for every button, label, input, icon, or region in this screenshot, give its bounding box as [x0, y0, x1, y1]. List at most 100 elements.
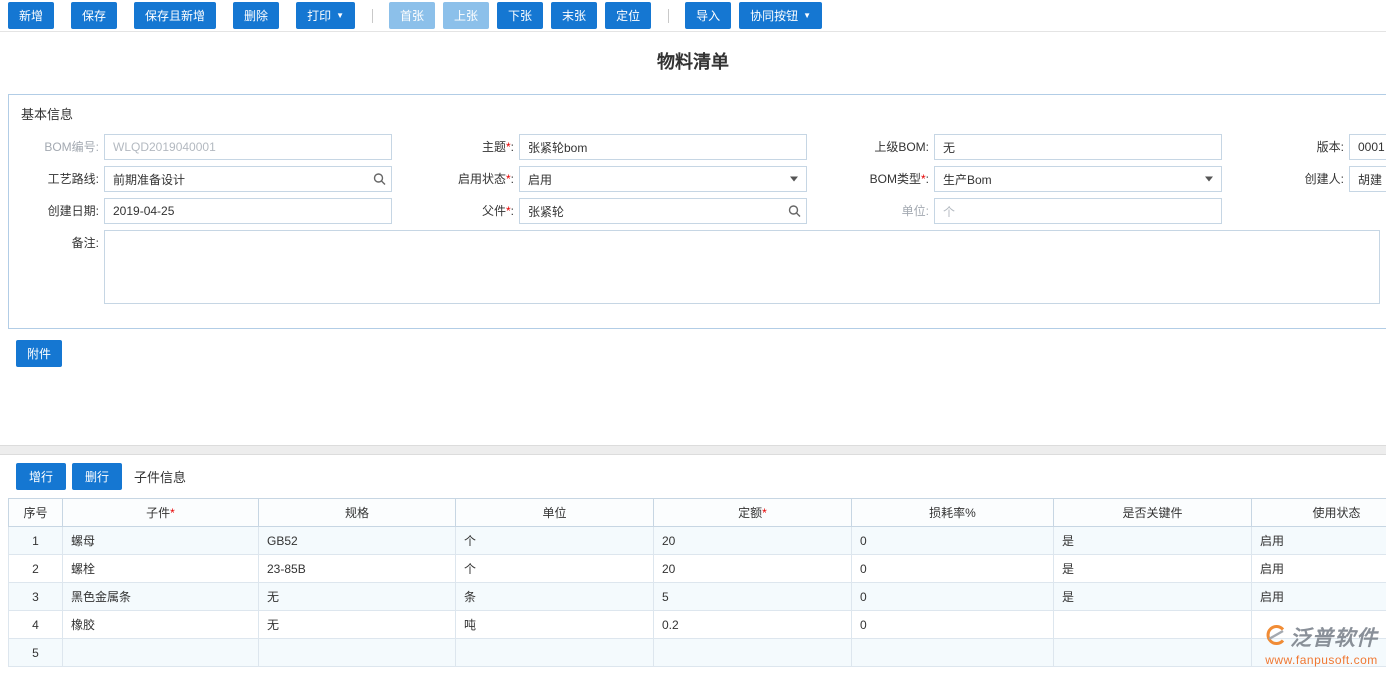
cell-subitem[interactable]: 橡胶 — [62, 610, 259, 639]
cell-subitem[interactable]: 螺栓 — [62, 554, 259, 583]
cell-index: 4 — [8, 610, 63, 639]
locate-button[interactable]: 定位 — [605, 2, 652, 29]
cell-spec[interactable]: 无 — [258, 582, 456, 611]
cell-loss-rate[interactable]: 0 — [851, 526, 1054, 555]
process-route-input[interactable]: 前期准备设计 — [104, 166, 392, 192]
next-record-button[interactable]: 下张 — [497, 2, 544, 29]
cell-key-part[interactable]: 是 — [1053, 526, 1252, 555]
caret-down-icon[interactable] — [790, 176, 798, 182]
cell-use-status[interactable]: 启用 — [1251, 582, 1386, 611]
print-button[interactable]: 打印 ▼ — [296, 2, 355, 29]
cell-use-status[interactable]: 启用 — [1251, 526, 1386, 555]
unit-input[interactable]: 个 — [934, 198, 1222, 224]
caret-down-icon: ▼ — [336, 11, 344, 20]
cell-key-part[interactable] — [1053, 638, 1252, 667]
cell-loss-rate[interactable]: 0 — [851, 554, 1054, 583]
attachment-button[interactable]: 附件 — [16, 340, 63, 367]
cell-quota[interactable]: 20 — [653, 526, 852, 555]
form-row-2: 工艺路线: 前期准备设计 启用状态*: 启用 BOM类型*: 生产Bom 创建人… — [9, 166, 1386, 192]
col-header-spec: 规格 — [258, 498, 456, 527]
cell-index: 3 — [8, 582, 63, 611]
cell-unit[interactable]: 个 — [455, 554, 654, 583]
cell-use-status[interactable]: 启用 — [1251, 554, 1386, 583]
add-row-button[interactable]: 增行 — [16, 463, 67, 490]
cell-loss-rate[interactable]: 0 — [851, 582, 1054, 611]
table-header-row: 序号 子件* 规格 单位 定额* 损耗率% 是否关键件 使用状态 — [8, 498, 1386, 527]
collaboration-button[interactable]: 协同按钮 ▼ — [739, 2, 823, 29]
cell-key-part[interactable]: 是 — [1053, 554, 1252, 583]
create-date-input[interactable]: 2019-04-25 — [104, 198, 392, 224]
search-icon[interactable] — [788, 205, 801, 218]
delete-button[interactable]: 删除 — [233, 2, 280, 29]
subject-label: 主题*: — [481, 140, 514, 154]
toolbar: 新增 保存 保存且新增 删除 打印 ▼ 首张 上张 下张 末张 定位 导入 协同… — [0, 0, 1386, 32]
detail-section-title: 子件信息 — [134, 470, 187, 485]
cell-unit[interactable]: 吨 — [455, 610, 654, 639]
parent-bom-input[interactable]: 无 — [934, 134, 1222, 160]
table-row[interactable]: 3 黑色金属条 无 条 5 0 是 启用 — [8, 582, 1386, 611]
save-button[interactable]: 保存 — [71, 2, 118, 29]
cell-spec[interactable]: GB52 — [258, 526, 456, 555]
import-button[interactable]: 导入 — [685, 2, 732, 29]
bom-type-select[interactable]: 生产Bom — [934, 166, 1222, 192]
form-row-1: BOM编号: WLQD2019040001 主题*: 张紧轮bom 上级BOM:… — [9, 134, 1386, 160]
cell-unit[interactable] — [455, 638, 654, 667]
cell-quota[interactable]: 0.2 — [653, 610, 852, 639]
prev-record-button[interactable]: 上张 — [443, 2, 490, 29]
table-row[interactable]: 1 螺母 GB52 个 20 0 是 启用 — [8, 526, 1386, 555]
table-row[interactable]: 2 螺栓 23-85B 个 20 0 是 启用 — [8, 554, 1386, 583]
remark-textarea[interactable] — [104, 230, 1380, 304]
table-row[interactable]: 5 — [8, 638, 1386, 667]
cell-index: 1 — [8, 526, 63, 555]
parent-part-input[interactable]: 张紧轮 — [519, 198, 807, 224]
cell-subitem[interactable]: 螺母 — [62, 526, 259, 555]
last-record-button[interactable]: 末张 — [551, 2, 598, 29]
attachment-section: 附件 — [0, 329, 1386, 445]
delete-row-button[interactable]: 删行 — [72, 463, 123, 490]
toolbar-separator — [668, 8, 670, 23]
col-header-loss-rate: 损耗率% — [851, 498, 1054, 527]
cell-quota[interactable]: 20 — [653, 554, 852, 583]
cell-spec[interactable] — [258, 638, 456, 667]
cell-loss-rate[interactable] — [851, 638, 1054, 667]
process-route-label: 工艺路线: — [47, 172, 99, 186]
col-header-key-part: 是否关键件 — [1053, 498, 1252, 527]
subitem-table: 序号 子件* 规格 单位 定额* 损耗率% 是否关键件 使用状态 1 螺母 GB… — [8, 498, 1386, 667]
cell-index: 5 — [8, 638, 63, 667]
basic-info-panel: 基本信息 BOM编号: WLQD2019040001 主题*: 张紧轮bom 上… — [8, 94, 1386, 329]
version-input[interactable]: 0001 — [1349, 134, 1386, 160]
cell-subitem[interactable]: 黑色金属条 — [62, 582, 259, 611]
parent-bom-label: 上级BOM: — [874, 140, 929, 154]
creator-input[interactable]: 胡建 — [1349, 166, 1386, 192]
cell-key-part[interactable]: 是 — [1053, 582, 1252, 611]
print-button-label: 打印 — [307, 9, 332, 23]
col-header-unit: 单位 — [455, 498, 654, 527]
first-record-button[interactable]: 首张 — [389, 2, 436, 29]
new-button[interactable]: 新增 — [8, 2, 55, 29]
remark-label: 备注: — [71, 236, 99, 250]
cell-subitem[interactable] — [62, 638, 259, 667]
save-and-new-button[interactable]: 保存且新增 — [134, 2, 217, 29]
cell-quota[interactable]: 5 — [653, 582, 852, 611]
section-divider — [0, 445, 1386, 455]
subject-input[interactable]: 张紧轮bom — [519, 134, 807, 160]
caret-down-icon[interactable] — [1205, 176, 1213, 182]
bom-type-label: BOM类型*: — [869, 172, 929, 186]
create-date-label: 创建日期: — [47, 204, 99, 218]
search-icon[interactable] — [373, 173, 386, 186]
cell-use-status[interactable] — [1251, 610, 1386, 639]
cell-spec[interactable]: 23-85B — [258, 554, 456, 583]
cell-unit[interactable]: 条 — [455, 582, 654, 611]
cell-use-status[interactable] — [1251, 638, 1386, 667]
collaboration-button-label: 协同按钮 — [750, 9, 799, 23]
col-header-quota: 定额* — [653, 498, 852, 527]
cell-key-part[interactable] — [1053, 610, 1252, 639]
cell-unit[interactable]: 个 — [455, 526, 654, 555]
cell-spec[interactable]: 无 — [258, 610, 456, 639]
form-row-3: 创建日期: 2019-04-25 父件*: 张紧轮 单位: 个 — [9, 198, 1386, 224]
enable-status-select[interactable]: 启用 — [519, 166, 807, 192]
bom-no-input[interactable]: WLQD2019040001 — [104, 134, 392, 160]
table-row[interactable]: 4 橡胶 无 吨 0.2 0 — [8, 610, 1386, 639]
cell-loss-rate[interactable]: 0 — [851, 610, 1054, 639]
cell-quota[interactable] — [653, 638, 852, 667]
